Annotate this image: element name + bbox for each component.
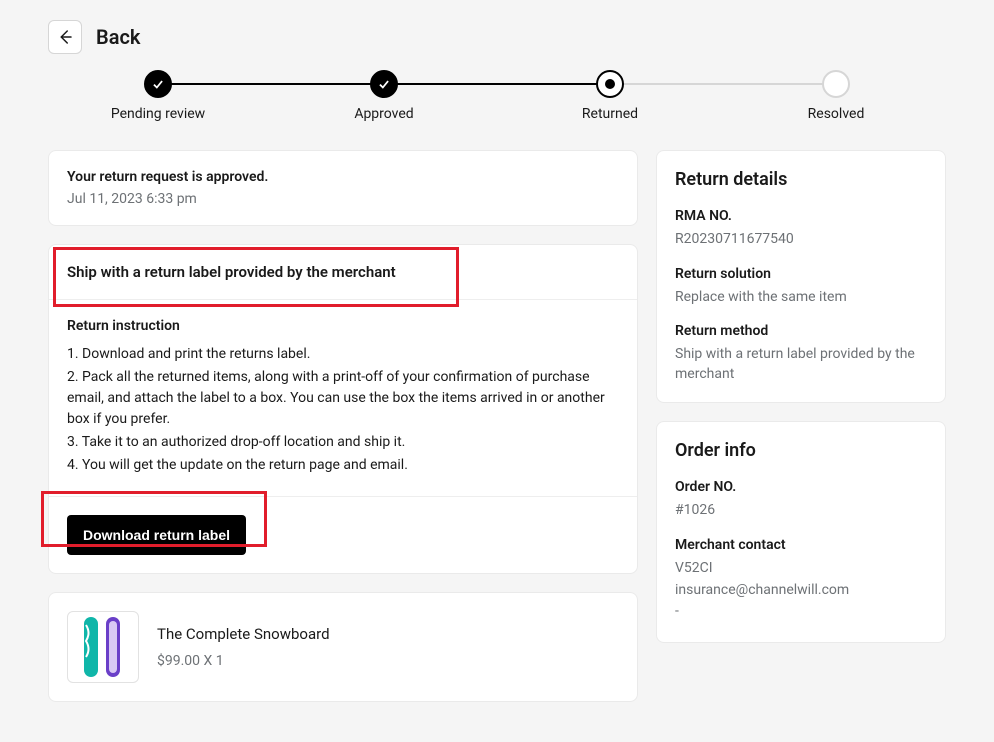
stepper-label: Resolved — [776, 106, 896, 122]
method-label: Return method — [675, 323, 927, 339]
merchant-contact-line: V52CI — [675, 559, 927, 579]
status-timestamp: Jul 11, 2023 6:33 pm — [67, 191, 619, 207]
stepper-node — [370, 70, 398, 98]
stepper-label: Pending review — [98, 106, 218, 122]
order-info-title: Order info — [675, 440, 927, 461]
status-title: Your return request is approved. — [67, 169, 619, 185]
stepper-node — [596, 70, 624, 98]
stepper-segment — [158, 83, 384, 85]
stepper-dot — [822, 70, 850, 98]
stepper-dot — [596, 70, 624, 98]
order-no-label: Order NO. — [675, 479, 927, 495]
stepper-node — [822, 70, 850, 98]
item-card: The Complete Snowboard $99.00 X 1 — [48, 592, 638, 702]
back-button[interactable] — [48, 20, 82, 54]
status-card: Your return request is approved. Jul 11,… — [48, 150, 638, 226]
return-details-card: Return details RMA NO. R20230711677540 R… — [656, 150, 946, 403]
rma-label: RMA NO. — [675, 208, 927, 224]
progress-stepper: Pending review Approved Returned Resolved — [48, 70, 946, 126]
stepper-dot — [370, 70, 398, 98]
solution-label: Return solution — [675, 266, 927, 282]
instruction-item: 2. Pack all the returned items, along wi… — [67, 367, 619, 430]
stepper-node — [144, 70, 172, 98]
shipping-header: Ship with a return label provided by the… — [67, 263, 396, 281]
snowboard-illustration-icon — [76, 615, 130, 679]
stepper-label: Approved — [324, 106, 444, 122]
method-value: Ship with a return label provided by the… — [675, 345, 927, 384]
solution-value: Replace with the same item — [675, 288, 927, 308]
download-return-label-button[interactable]: Download return label — [67, 515, 246, 555]
rma-value: R20230711677540 — [675, 230, 927, 250]
stepper-label: Returned — [550, 106, 670, 122]
order-no-value: #1026 — [675, 501, 927, 521]
check-icon — [151, 77, 165, 91]
return-details-title: Return details — [675, 169, 927, 190]
instruction-item: 4. You will get the update on the return… — [67, 455, 619, 476]
instruction-item: 3. Take it to an authorized drop-off loc… — [67, 432, 619, 453]
merchant-contact-line: - — [675, 602, 927, 622]
arrow-left-icon — [56, 28, 74, 46]
order-info-card: Order info Order NO. #1026 Merchant cont… — [656, 421, 946, 642]
item-price-line: $99.00 X 1 — [157, 653, 330, 669]
shipping-card: Ship with a return label provided by the… — [48, 244, 638, 574]
stepper-dot — [144, 70, 172, 98]
item-thumbnail — [67, 611, 139, 683]
instruction-title: Return instruction — [67, 318, 619, 334]
stepper-segment — [384, 83, 610, 85]
merchant-contact-value: V52CIinsurance@channelwill.com- — [675, 559, 927, 622]
stepper-segment — [610, 83, 836, 85]
merchant-contact-label: Merchant contact — [675, 537, 927, 553]
item-name: The Complete Snowboard — [157, 625, 330, 643]
instruction-item: 1. Download and print the returns label. — [67, 344, 619, 365]
check-icon — [377, 77, 391, 91]
instruction-list: 1. Download and print the returns label.… — [67, 344, 619, 476]
merchant-contact-line: insurance@channelwill.com — [675, 581, 927, 601]
page-title: Back — [96, 25, 140, 49]
